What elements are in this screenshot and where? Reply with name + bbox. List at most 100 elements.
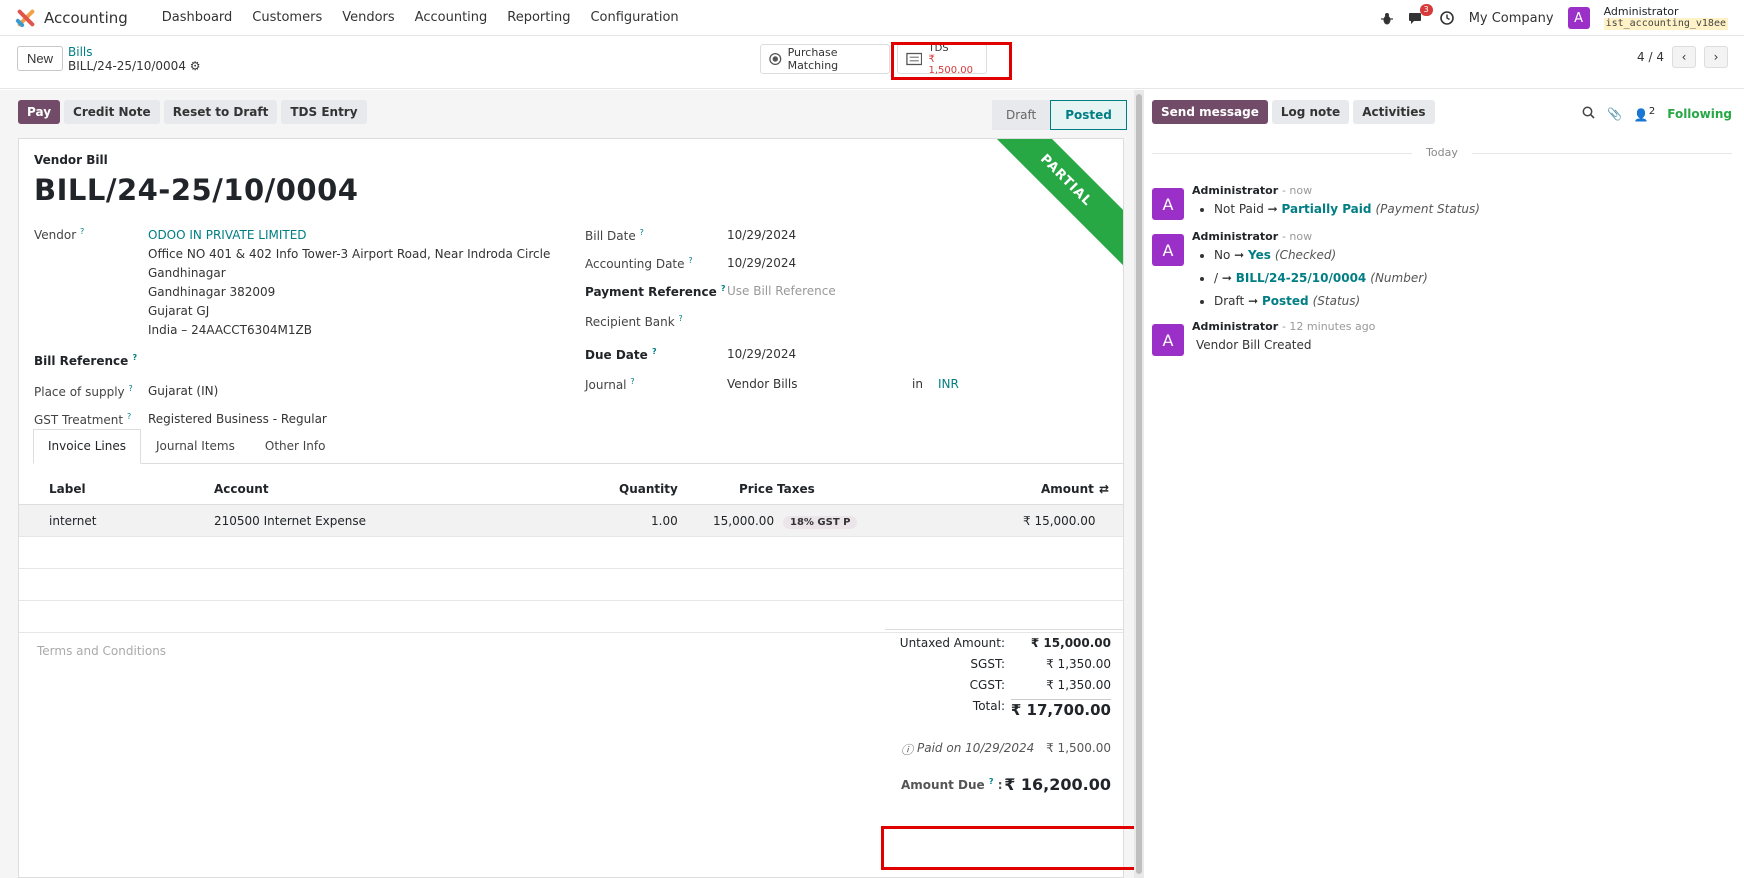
user-menu[interactable]: Administrator ist_accounting_v18ee	[1603, 6, 1728, 30]
tab-journal-items[interactable]: Journal Items	[141, 429, 250, 463]
message-body: Vendor Bill Created	[1196, 338, 1312, 352]
tab-other-info[interactable]: Other Info	[250, 429, 341, 463]
menu-accounting[interactable]: Accounting	[405, 10, 498, 25]
form-scrollbar[interactable]	[1134, 90, 1144, 878]
menu-dashboard[interactable]: Dashboard	[152, 10, 243, 25]
table-row[interactable]: internet 210500 Internet Expense 1.00 15…	[19, 505, 1123, 537]
user-avatar[interactable]: A	[1567, 7, 1590, 29]
reset-to-draft-button[interactable]: Reset to Draft	[163, 100, 278, 124]
status-posted[interactable]: Posted	[1050, 100, 1127, 130]
col-label[interactable]: Label	[49, 473, 86, 505]
target-icon	[769, 52, 782, 66]
chatter-buttons: Send message Log note Activities	[1152, 100, 1435, 124]
recipient-bank-input[interactable]	[727, 314, 1027, 330]
search-icon[interactable]	[1582, 106, 1595, 122]
purchase-matching-label: Purchase Matching	[787, 46, 839, 72]
journal-field[interactable]: Vendor Bills	[727, 377, 797, 391]
gear-icon[interactable]: ⚙	[190, 59, 201, 73]
breadcrumb-bills[interactable]: Bills	[68, 45, 201, 59]
document-type: Vendor Bill	[34, 153, 108, 167]
accounting-date-field[interactable]: 10/29/2024	[727, 256, 796, 270]
menu-vendors[interactable]: Vendors	[332, 10, 404, 25]
chevron-left-icon[interactable]: ‹	[1672, 46, 1696, 68]
pager-value[interactable]: 4 / 4	[1637, 50, 1664, 64]
notebook-tabs: Invoice Lines Journal Items Other Info	[33, 429, 1123, 464]
menu-reporting[interactable]: Reporting	[497, 10, 580, 25]
col-quantity[interactable]: Quantity	[619, 473, 678, 505]
terms-input[interactable]: Terms and Conditions	[37, 644, 166, 658]
line-taxes: 18% GST P	[783, 505, 858, 537]
bill-date-field[interactable]: 10/29/2024	[727, 228, 796, 242]
new-button[interactable]: New	[17, 46, 64, 71]
due-date-label: Due Date ?	[585, 347, 657, 362]
currency-field[interactable]: INR	[938, 377, 959, 391]
paperclip-icon[interactable]: 📎	[1607, 107, 1622, 121]
col-price[interactable]: Price	[739, 473, 773, 505]
control-panel: New Bills BILL/24-25/10/0004 ⚙ Purchase …	[0, 37, 1744, 89]
payment-reference-label: Payment Reference ?	[585, 284, 726, 299]
cgst-amount: ₹ 1,350.00	[1046, 678, 1111, 692]
amount-due-label: Amount Due ? :	[901, 777, 1003, 792]
activities-button[interactable]: Activities	[1353, 100, 1435, 124]
bug-icon[interactable]	[1379, 10, 1395, 26]
table-row[interactable]	[19, 537, 1123, 569]
vendor-address-line: Gujarat GJ	[148, 304, 210, 318]
status-draft[interactable]: Draft	[992, 100, 1051, 130]
column-settings-icon[interactable]: ⇄	[1099, 473, 1109, 505]
pay-button[interactable]: Pay	[18, 100, 61, 124]
navbar-systray: 3 My Company A Administrator ist_account…	[1379, 0, 1728, 36]
bill-reference-input[interactable]	[148, 353, 448, 369]
col-taxes[interactable]: Taxes	[777, 473, 815, 505]
amount-due-value: ₹ 16,200.00	[1004, 775, 1111, 794]
main-menu: Dashboard Customers Vendors Accounting R…	[152, 10, 689, 25]
gst-treatment-label: GST Treatment ?	[34, 412, 132, 427]
purchase-matching-button[interactable]: Purchase Matching	[760, 44, 890, 74]
vendor-address-line: Office NO 401 & 402 Info Tower-3 Airport…	[148, 247, 551, 261]
vendor-field[interactable]: ODOO IN PRIVATE LIMITED	[148, 228, 307, 242]
payment-reference-input[interactable]: Use Bill Reference	[727, 284, 836, 298]
pager: 4 / 4 ‹ ›	[1637, 46, 1728, 68]
message-author: Administrator - 12 minutes ago	[1192, 320, 1376, 333]
credit-note-button[interactable]: Credit Note	[64, 100, 160, 124]
gst-treatment-field[interactable]: Registered Business - Regular	[148, 412, 327, 426]
tds-highlight-box	[891, 42, 1012, 80]
app-name[interactable]: Accounting	[44, 9, 128, 27]
clock-icon[interactable]	[1439, 10, 1455, 26]
table-row[interactable]	[19, 569, 1123, 601]
vendor-address-line: Gandhinagar 382009	[148, 285, 276, 299]
menu-customers[interactable]: Customers	[242, 10, 332, 25]
bill-number: BILL/24-25/10/0004	[34, 173, 359, 207]
place-of-supply-field[interactable]: Gujarat (IN)	[148, 384, 218, 398]
info-icon[interactable]: ⓘ	[901, 741, 913, 758]
followers-icon[interactable]: 👤2	[1634, 106, 1655, 122]
journal-label: Journal ?	[585, 377, 635, 392]
tds-entry-button[interactable]: TDS Entry	[281, 100, 367, 124]
chevron-right-icon[interactable]: ›	[1704, 46, 1728, 68]
company-switcher[interactable]: My Company	[1469, 11, 1554, 26]
message-avatar[interactable]: A	[1152, 324, 1184, 356]
send-message-button[interactable]: Send message	[1152, 100, 1268, 124]
tracking-value: / ➞ BILL/24-25/10/0004 (Number)	[1200, 271, 1428, 285]
message-avatar[interactable]: A	[1152, 234, 1184, 266]
message-avatar[interactable]: A	[1152, 188, 1184, 220]
menu-configuration[interactable]: Configuration	[580, 10, 688, 25]
following-button[interactable]: Following	[1667, 107, 1732, 121]
chatter-panel: Send message Log note Activities 📎 👤2 Fo…	[1144, 90, 1744, 878]
tracking-value: Not Paid ➞ Partially Paid (Payment Status…	[1200, 202, 1480, 216]
due-date-field[interactable]: 10/29/2024	[727, 347, 796, 361]
accounting-app-icon[interactable]	[15, 8, 36, 28]
message-author: Administrator - now	[1192, 184, 1313, 197]
chatter-toolbar: 📎 👤2 Following	[1582, 106, 1732, 122]
col-account[interactable]: Account	[214, 473, 269, 505]
breadcrumb-current-label: BILL/24-25/10/0004	[68, 59, 186, 73]
paid-amount: ₹ 1,500.00	[1046, 741, 1111, 755]
amount-due: Amount Due ? : ₹ 16,200.00	[885, 769, 1123, 803]
vendor-address-line: India – 24AACCT6304M1ZB	[148, 323, 312, 337]
total-amount: ₹ 17,700.00	[1010, 699, 1111, 719]
tab-invoice-lines[interactable]: Invoice Lines	[33, 429, 141, 464]
messages-icon[interactable]: 3	[1408, 4, 1433, 26]
invoice-lines-table: Label Account Quantity Price Taxes Amoun…	[19, 473, 1123, 633]
col-amount[interactable]: Amount	[1041, 473, 1094, 505]
scrollbar-thumb[interactable]	[1136, 94, 1142, 874]
log-note-button[interactable]: Log note	[1271, 100, 1350, 124]
